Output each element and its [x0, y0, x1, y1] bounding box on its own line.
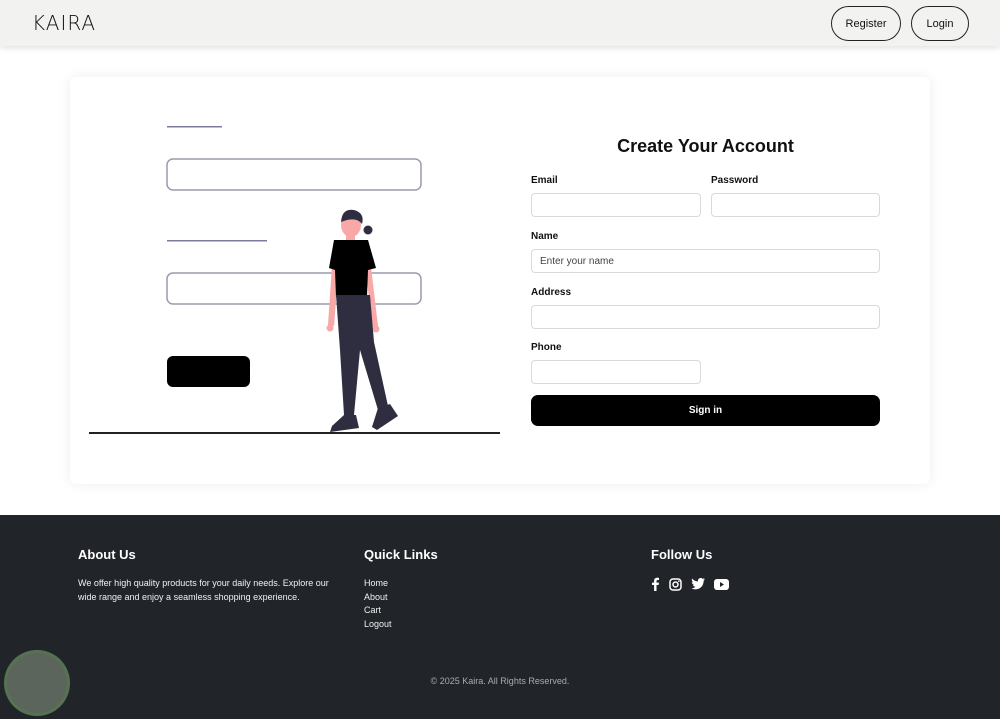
twitter-icon[interactable] [691, 578, 705, 590]
social-links [650, 577, 729, 591]
footer-link-home[interactable]: Home [364, 577, 392, 591]
password-field[interactable] [711, 193, 880, 217]
name-field[interactable] [531, 249, 880, 273]
email-label: Email [531, 175, 558, 186]
footer-link-cart[interactable]: Cart [364, 604, 392, 618]
youtube-icon[interactable] [714, 578, 729, 590]
facebook-icon[interactable] [650, 577, 660, 591]
footer: About Us We offer high quality products … [0, 515, 1000, 719]
password-label: Password [711, 175, 759, 186]
brand-logo[interactable]: KAIRA [32, 11, 96, 35]
form-title: Create Your Account [617, 136, 794, 156]
person-figure [326, 209, 398, 432]
footer-link-about[interactable]: About [364, 591, 392, 605]
follow-heading: Follow Us [651, 547, 713, 562]
register-button[interactable]: Register [831, 6, 901, 41]
quick-links-list: Home About Cart Logout [364, 577, 392, 632]
login-button[interactable]: Login [911, 6, 969, 41]
navbar: KAIRA Register Login [0, 0, 1000, 46]
address-label: Address [531, 287, 572, 298]
sign-in-button[interactable]: Sign in [531, 395, 880, 426]
email-field[interactable] [531, 193, 701, 217]
instagram-icon[interactable] [669, 577, 682, 591]
footer-link-logout[interactable]: Logout [364, 618, 392, 632]
address-field[interactable] [531, 305, 880, 329]
watermark-logo [4, 650, 70, 716]
copyright-text: © 2025 Kaira. All Rights Reserved. [430, 676, 570, 686]
phone-field[interactable] [531, 360, 701, 384]
about-text: We offer high quality products for your … [78, 578, 329, 602]
quick-links-heading: Quick Links [364, 547, 438, 562]
phone-label: Phone [531, 342, 562, 353]
signup-illustration [89, 126, 500, 434]
about-heading: About Us [78, 547, 136, 562]
name-label: Name [531, 231, 559, 242]
